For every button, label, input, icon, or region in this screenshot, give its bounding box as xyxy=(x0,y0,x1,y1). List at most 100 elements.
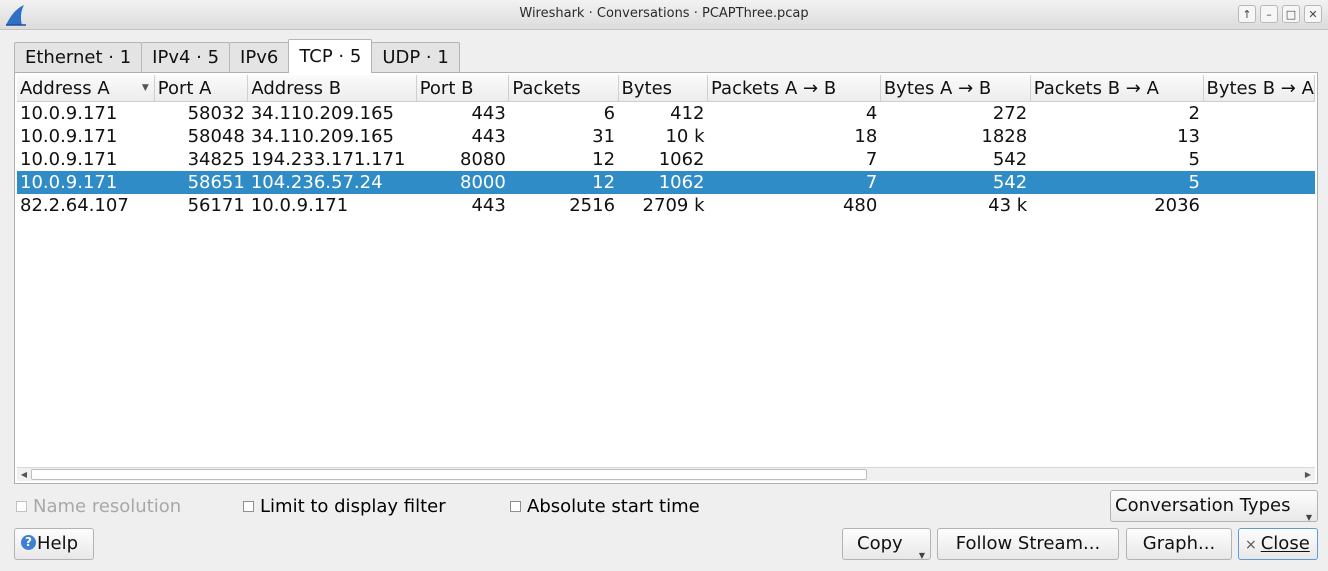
cell-packets: 12 xyxy=(508,171,619,194)
graph-label: Graph... xyxy=(1142,533,1216,554)
name-resolution-label: Name resolution xyxy=(33,496,182,517)
conversation-types-button[interactable]: Conversation Types ▼ xyxy=(1110,490,1318,522)
cell-address-a: 10.0.9.171 xyxy=(20,103,118,124)
limit-display-filter-checkbox[interactable] xyxy=(243,501,254,512)
cell-packets-b-a: 2 xyxy=(1188,103,1200,124)
cell-address-b: 34.110.209.165 xyxy=(250,126,394,147)
cell-packets-b-a: 13 xyxy=(1177,126,1200,147)
table-row[interactable]: 10.0.9.171 58048 34.110.209.165 443 31 10 k 18… xyxy=(17,125,1315,148)
window-title: Wireshark · Conversations · PCAPThree.pc… xyxy=(519,6,809,21)
cell-address-a: 10.0.9.171 xyxy=(17,171,155,194)
column-header-address-a[interactable]: Address A ▼ xyxy=(17,75,155,102)
cell-bytes-b-a xyxy=(1203,125,1315,148)
cell-port-b: 443 xyxy=(471,126,506,147)
column-header-packets-b-a[interactable]: Packets B → A xyxy=(1030,75,1204,102)
cell-address-a: 10.0.9.171 xyxy=(20,149,118,170)
cell-packets-a-b: 7 xyxy=(865,149,878,170)
maximize-icon[interactable]: □ xyxy=(1282,5,1300,23)
keep-above-icon[interactable]: ↑ xyxy=(1238,5,1256,23)
cell-port-b: 443 xyxy=(471,103,506,124)
cell-bytes-b-a xyxy=(1203,194,1315,217)
column-header-bytes[interactable]: Bytes xyxy=(618,75,709,102)
chevron-down-icon: ▼ xyxy=(918,551,925,560)
help-button[interactable]: ? Help xyxy=(14,528,94,560)
cell-address-b: 34.110.209.165 xyxy=(250,103,394,124)
follow-stream-button[interactable]: Follow Stream... xyxy=(937,528,1119,560)
absolute-start-time-label[interactable]: Absolute start time xyxy=(527,496,700,517)
cell-packets: 2516 xyxy=(569,195,616,216)
column-header-packets-a-b[interactable]: Packets A → B xyxy=(707,75,881,102)
cell-port-a: 58032 xyxy=(187,103,245,124)
sort-down-icon: ▼ xyxy=(141,83,149,93)
help-label: Help xyxy=(37,533,79,554)
conversation-tabs: Ethernet · 1 IPv4 · 5 IPv6 TCP · 5 UDP ·… xyxy=(14,39,460,73)
help-icon: ? xyxy=(21,535,36,550)
cell-address-a: 10.0.9.171 xyxy=(20,126,118,147)
limit-display-filter-option[interactable]: Limit to display filter xyxy=(243,496,446,517)
cell-address-b: 10.0.9.171 xyxy=(250,195,349,216)
cell-port-b: 8080 xyxy=(460,149,506,170)
table-header-row: Address A ▼ Port A Address B Port B Packe… xyxy=(17,75,1315,102)
follow-stream-label: Follow Stream... xyxy=(955,533,1101,554)
cell-bytes-a-b: 1828 xyxy=(981,126,1028,147)
window-controls: ↑ – □ ✕ xyxy=(1238,5,1322,23)
minimize-icon[interactable]: – xyxy=(1260,5,1278,23)
column-header-bytes-a-b[interactable]: Bytes A → B xyxy=(880,75,1031,102)
tab-tcp[interactable]: TCP · 5 xyxy=(288,39,373,73)
cell-packets-a-b: 18 xyxy=(854,126,878,147)
horizontal-scrollbar[interactable]: ◀ ▶ xyxy=(17,467,1315,481)
cell-packets-a-b: 4 xyxy=(865,103,878,124)
tab-ethernet[interactable]: Ethernet · 1 xyxy=(14,42,143,73)
scroll-left-icon[interactable]: ◀ xyxy=(17,468,31,481)
conversation-table-viewport: Address A ▼ Port A Address B Port B Packe… xyxy=(17,75,1315,468)
cell-bytes: 10 k xyxy=(665,126,705,147)
table-row[interactable]: 10.0.9.171 58651 104.236.57.24 8000 12 1062 7 5… xyxy=(17,171,1315,194)
cell-packets-b-a: 2036 xyxy=(1154,195,1200,216)
cell-address-b: 194.233.171.171 xyxy=(250,149,406,170)
tab-udp[interactable]: UDP · 1 xyxy=(371,42,460,73)
name-resolution-checkbox xyxy=(16,501,27,512)
column-header-port-b[interactable]: Port B xyxy=(416,75,510,102)
copy-button[interactable]: Copy ▼ xyxy=(842,528,931,560)
cell-bytes-a-b: 43 k xyxy=(988,195,1028,216)
graph-button[interactable]: Graph... xyxy=(1126,528,1232,560)
absolute-start-time-option[interactable]: Absolute start time xyxy=(510,496,700,517)
close-button[interactable]: × Close xyxy=(1238,528,1318,560)
scrollbar-thumb[interactable] xyxy=(31,469,867,480)
cell-bytes: 2709 k xyxy=(642,195,705,216)
title-bar: Wireshark · Conversations · PCAPThree.pc… xyxy=(0,0,1328,30)
column-header-packets[interactable]: Packets xyxy=(508,75,619,102)
table-row[interactable]: 10.0.9.171 58032 34.110.209.165 443 6 412 4 272… xyxy=(17,102,1315,126)
cell-packets-a-b: 480 xyxy=(842,195,878,216)
tab-ipv6[interactable]: IPv6 xyxy=(229,42,290,73)
cell-packets: 31 xyxy=(592,126,616,147)
cell-port-a: 34825 xyxy=(187,149,245,170)
table-row[interactable]: 82.2.64.107 56171 10.0.9.171 443 2516 2709 k 4… xyxy=(17,194,1315,217)
tab-ipv4[interactable]: IPv4 · 5 xyxy=(141,42,231,73)
close-window-icon[interactable]: ✕ xyxy=(1304,5,1322,23)
column-header-bytes-b-a[interactable]: Bytes B → A xyxy=(1203,75,1315,102)
cell-bytes-a-b: 542 xyxy=(880,171,1031,194)
limit-display-filter-label[interactable]: Limit to display filter xyxy=(260,496,446,517)
cell-port-b: 8000 xyxy=(416,171,509,194)
cell-address-a: 82.2.64.107 xyxy=(20,195,129,216)
absolute-start-time-checkbox[interactable] xyxy=(510,501,521,512)
column-header-port-a[interactable]: Port A xyxy=(154,75,249,102)
column-header-address-b[interactable]: Address B xyxy=(247,75,417,102)
cell-bytes-b-a xyxy=(1203,148,1315,171)
close-icon: × xyxy=(1245,537,1257,553)
cell-port-a: 58048 xyxy=(187,126,245,147)
cell-packets: 12 xyxy=(592,149,616,170)
cell-packets: 6 xyxy=(603,103,616,124)
conversation-table-frame: Address A ▼ Port A Address B Port B Packe… xyxy=(14,72,1318,484)
cell-bytes: 1062 xyxy=(618,171,708,194)
table-body: 10.0.9.171 58032 34.110.209.165 443 6 412 4 272… xyxy=(17,102,1315,218)
cell-port-b: 443 xyxy=(471,195,506,216)
cell-port-a: 56171 xyxy=(187,195,245,216)
cell-packets-b-a: 5 xyxy=(1030,171,1203,194)
cell-bytes: 1062 xyxy=(658,149,705,170)
table-row[interactable]: 10.0.9.171 34825 194.233.171.171 8080 12 1062… xyxy=(17,148,1315,171)
scroll-right-icon[interactable]: ▶ xyxy=(1301,468,1315,481)
cell-address-b: 104.236.57.24 xyxy=(247,171,417,194)
copy-label: Copy xyxy=(857,533,903,554)
